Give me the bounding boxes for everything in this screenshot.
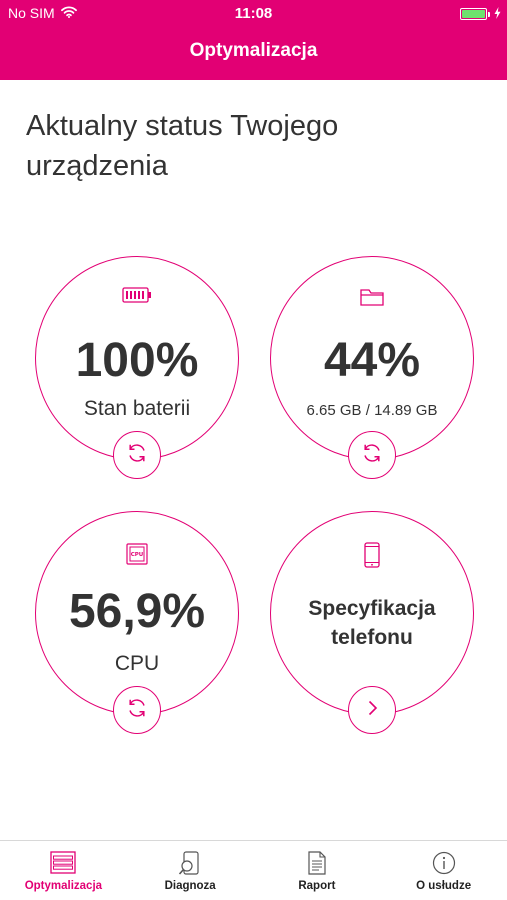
tab-bar: Optymalizacja Diagnoza Raport O usłudze — [0, 840, 507, 900]
status-right — [460, 6, 501, 22]
folder-icon — [360, 287, 384, 312]
tab-label: Diagnoza — [164, 880, 216, 892]
storage-refresh-button[interactable] — [348, 431, 396, 479]
tab-o-usludze[interactable]: O usłudze — [380, 841, 507, 900]
report-icon — [307, 851, 327, 880]
phone-spec-label: Specyfikacja telefonu — [271, 594, 473, 652]
app-header: No SIM 11:08 Optymalizacja — [0, 0, 507, 80]
phone-icon — [364, 542, 380, 573]
cpu-label: CPU — [114, 652, 160, 675]
cpu-value: 56,9% — [68, 585, 206, 638]
nav-title: Optymalizacja — [189, 40, 318, 61]
battery-status-fill — [462, 10, 485, 18]
battery-value: 100% — [75, 334, 199, 387]
cpu-refresh-button[interactable] — [113, 686, 161, 734]
tab-raport[interactable]: Raport — [254, 841, 381, 900]
tab-diagnoza[interactable]: Diagnoza — [127, 841, 254, 900]
tab-label: Raport — [298, 880, 336, 892]
cpu-icon: CPU — [125, 542, 149, 571]
battery-label: Stan baterii — [83, 397, 191, 420]
status-bar: No SIM 11:08 — [0, 0, 507, 28]
battery-tile[interactable]: 100% Stan baterii — [35, 256, 239, 479]
cpu-chip-text: CPU — [131, 552, 144, 558]
phone-spec-label-line2: telefonu — [331, 626, 413, 649]
tab-label: O usłudze — [416, 880, 472, 892]
tab-label: Optymalizacja — [24, 880, 103, 892]
storage-tile[interactable]: 44% 6.65 GB / 14.89 GB — [270, 256, 474, 479]
diagnose-icon — [178, 851, 202, 882]
charging-bolt-icon — [494, 6, 501, 22]
chevron-right-icon — [360, 696, 384, 725]
optimize-icon — [50, 851, 77, 880]
status-time: 11:08 — [234, 5, 273, 22]
page-title: Aktualny status Twojego urządzenia — [26, 110, 339, 182]
phone-spec-tile[interactable]: Specyfikacja telefonu — [270, 511, 474, 734]
battery-icon — [122, 287, 152, 308]
storage-value: 44% — [323, 334, 421, 387]
phone-spec-open-button[interactable] — [348, 686, 396, 734]
tab-optymalizacja[interactable]: Optymalizacja — [0, 841, 127, 900]
info-icon — [432, 851, 456, 880]
battery-status-icon — [460, 8, 490, 20]
refresh-icon — [125, 696, 149, 725]
phone-spec-label-line1: Specyfikacja — [308, 597, 436, 620]
refresh-icon — [360, 441, 384, 470]
storage-label: 6.65 GB / 14.89 GB — [306, 402, 438, 419]
battery-refresh-button[interactable] — [113, 431, 161, 479]
cpu-tile[interactable]: CPU 56,9% CPU — [35, 511, 239, 734]
refresh-icon — [125, 441, 149, 470]
